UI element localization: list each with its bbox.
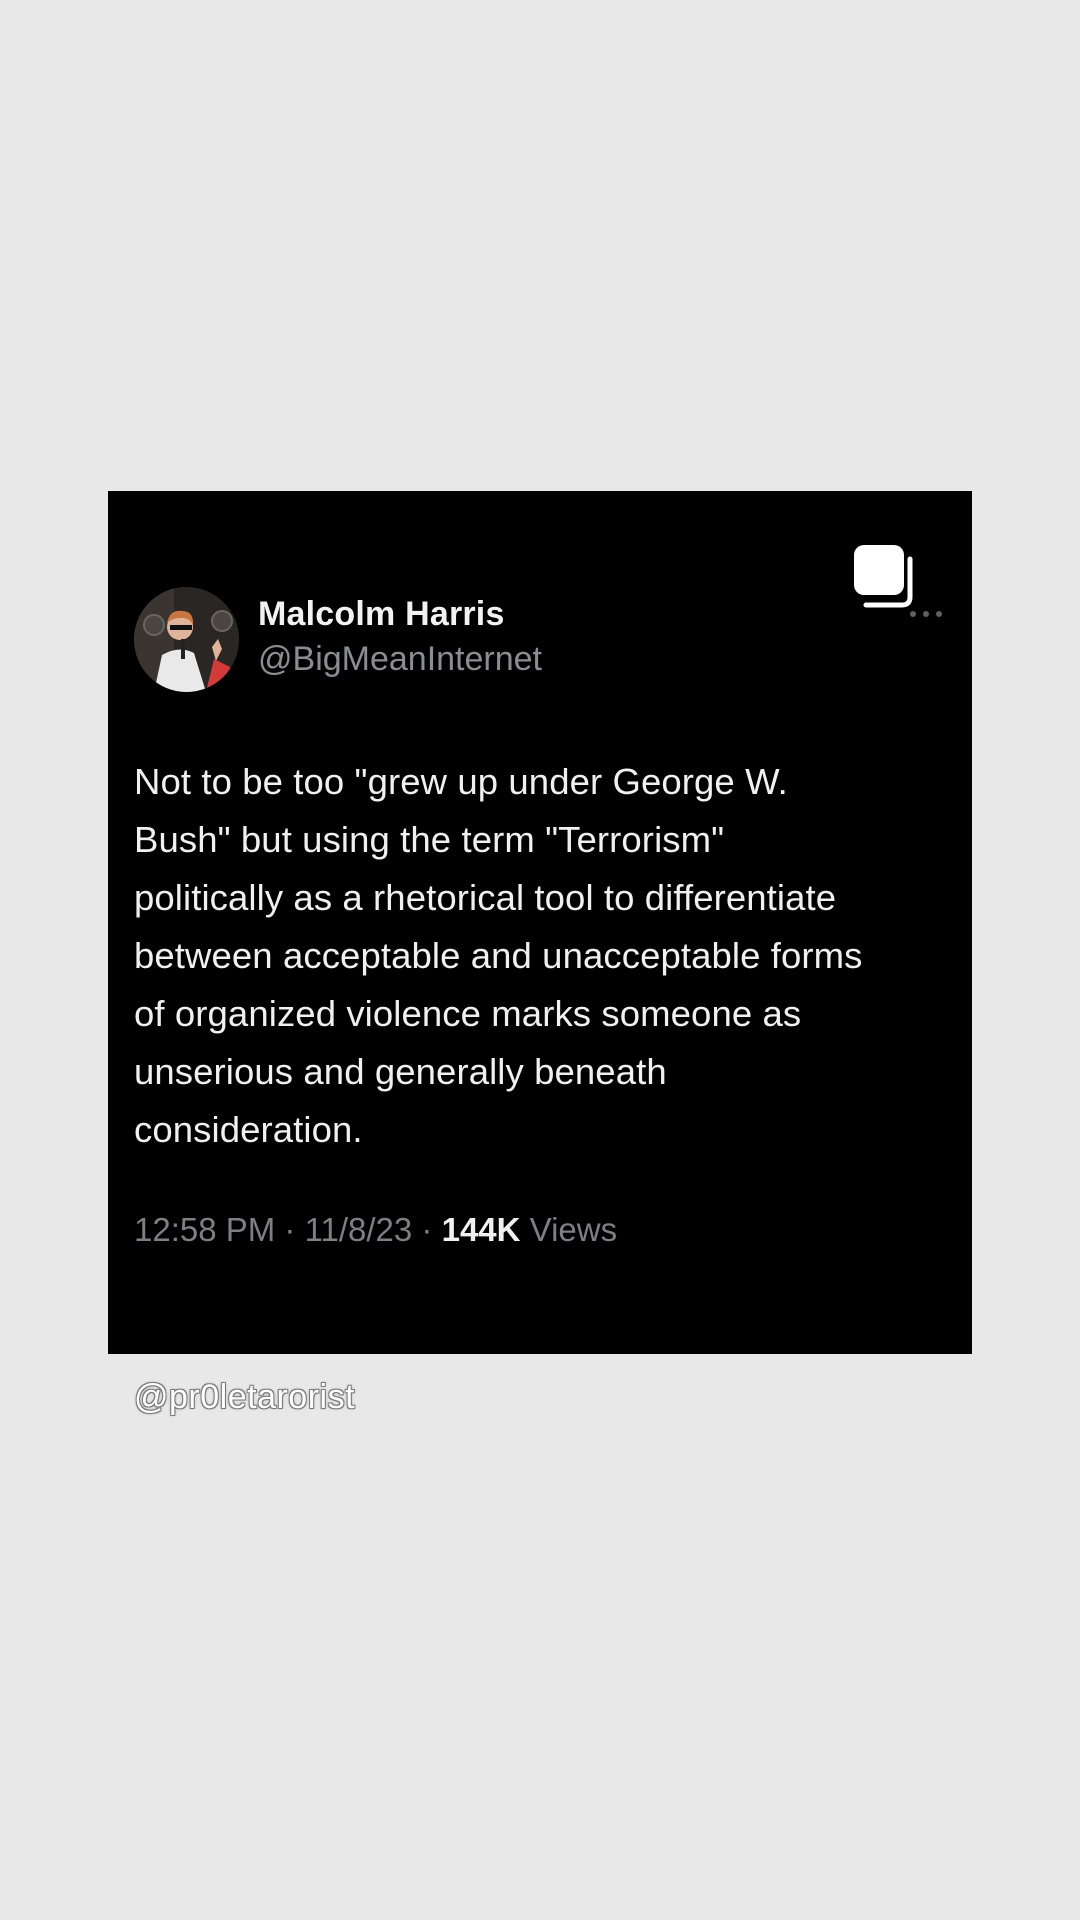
tweet-text: Not to be too "grew up under George W. B…: [134, 761, 863, 1150]
user-handle[interactable]: @BigMeanInternet: [258, 640, 542, 679]
avatar[interactable]: [134, 587, 239, 692]
tweet-time[interactable]: 12:58 PM: [134, 1211, 275, 1248]
display-name[interactable]: Malcolm Harris: [258, 595, 505, 634]
more-dots-icon[interactable]: [908, 609, 944, 619]
tweet-card: Malcolm Harris @BigMeanInternet Not to b…: [108, 491, 972, 1354]
tweet-date[interactable]: 11/8/23: [305, 1211, 413, 1248]
tweet-metadata: 12:58 PM · 11/8/23 · 144K Views: [134, 1211, 617, 1249]
views-label: Views: [529, 1211, 618, 1248]
meta-separator: ·: [421, 1211, 433, 1248]
views-count: 144K: [441, 1211, 521, 1248]
meta-separator: ·: [284, 1211, 296, 1248]
multiple-images-icon: [854, 545, 913, 608]
watermark: @pr0letarorist: [134, 1378, 356, 1416]
avatar-photo: [134, 587, 239, 692]
